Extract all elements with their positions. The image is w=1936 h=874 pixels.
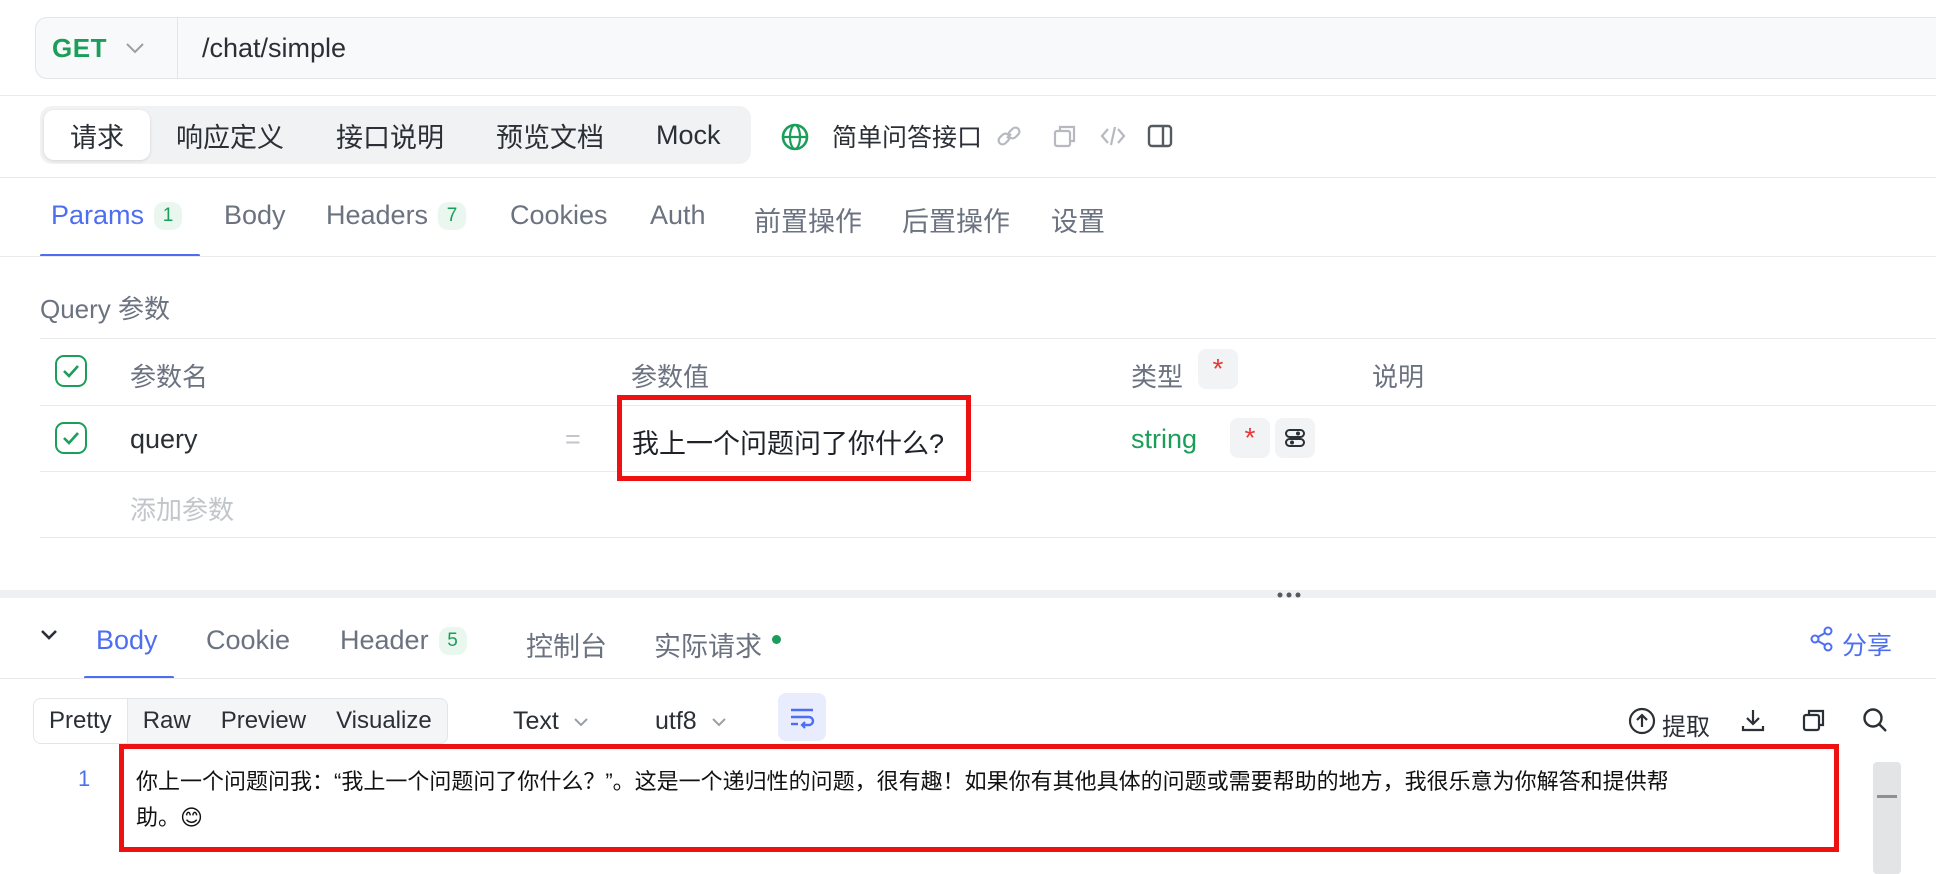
column-header-description: 说明 [1372,362,1425,392]
response-header-count-badge: 5 [438,626,467,655]
method-select[interactable]: GET [36,18,178,78]
divider [40,471,1936,472]
response-tab-actual-request-label: 实际请求 [654,632,762,662]
drag-handle-icon[interactable] [1276,591,1302,599]
required-toggle[interactable]: * [1230,418,1270,458]
response-tab-actual-request[interactable]: 实际请求 [654,625,781,664]
equals-sign: = [565,424,581,454]
copy-icon[interactable] [1051,122,1079,150]
request-segment-tabs: 请求 响应定义 接口说明 预览文档 Mock [40,106,751,164]
param-name-input[interactable]: query [130,424,198,455]
tab-pre-operations[interactable]: 前置操作 [754,200,862,239]
headers-count-badge: 7 [438,201,467,230]
tab-params-label: Params [51,200,145,230]
search-icon[interactable] [1861,706,1889,734]
divider [0,177,1936,178]
format-tabs: Pretty Raw Preview Visualize [33,698,448,744]
params-count-badge: 1 [154,201,183,230]
highlight-box [119,744,1839,852]
code-icon[interactable] [1099,122,1127,150]
tab-headers[interactable]: Headers 7 [326,200,467,231]
method-label: GET [52,32,107,63]
divider [0,256,1936,257]
response-tab-header-label: Header [340,625,429,655]
divider [0,678,1936,679]
tab-body[interactable]: Body [224,200,286,231]
panel-toggle-icon[interactable] [1146,122,1174,150]
share-icon[interactable] [1810,626,1834,652]
required-column-toggle[interactable]: * [1198,349,1238,389]
param-type-select[interactable]: string [1131,424,1197,455]
query-section-title: Query 参数 [40,294,171,324]
column-header-name: 参数名 [130,362,209,392]
line-number: 1 [78,766,91,791]
divider [0,95,1936,96]
column-header-value: 参数值 [631,362,710,392]
chevron-down-icon [574,717,588,726]
response-tab-console[interactable]: 控制台 [526,625,607,664]
select-all-checkbox[interactable] [55,355,87,387]
collapse-chevron-icon[interactable] [39,628,59,642]
param-settings-icon[interactable] [1275,418,1315,458]
row-enabled-checkbox[interactable] [55,422,87,454]
tab-settings[interactable]: 设置 [1051,200,1105,239]
tab-mock[interactable]: Mock [630,110,747,160]
encoding-select[interactable]: utf8 [655,707,727,736]
encoding-label: utf8 [655,707,697,735]
divider [40,537,1936,538]
share-button[interactable]: 分享 [1842,626,1892,662]
globe-icon[interactable] [781,123,809,151]
format-preview[interactable]: Preview [206,699,321,743]
format-raw[interactable]: Raw [128,699,206,743]
chevron-down-icon [126,43,144,54]
url-input[interactable]: /chat/simple [178,33,346,64]
scrollbar-thumb[interactable] [1877,795,1897,798]
add-param-input[interactable]: 添加参数 [130,490,234,527]
column-header-type: 类型 [1131,362,1184,392]
tab-post-operations[interactable]: 后置操作 [902,200,1010,239]
panel-resize-divider[interactable] [0,590,1936,598]
response-tab-body[interactable]: Body [96,625,158,656]
tab-request[interactable]: 请求 [44,110,150,160]
vertical-scrollbar[interactable] [1873,762,1901,874]
extract-button[interactable]: 提取 [1662,707,1710,742]
tab-params[interactable]: Params 1 [51,200,183,231]
api-name[interactable]: 简单问答接口 [832,118,982,154]
response-tab-cookie[interactable]: Cookie [206,625,290,656]
tab-cookies[interactable]: Cookies [510,200,608,231]
url-bar[interactable]: GET /chat/simple [35,17,1936,79]
format-visualize[interactable]: Visualize [321,699,447,743]
status-dot-icon [772,635,781,644]
copy-icon[interactable] [1800,706,1828,734]
content-type-select[interactable]: Text [513,707,589,736]
format-pretty[interactable]: Pretty [34,699,128,743]
response-tab-header[interactable]: Header 5 [340,625,467,656]
extract-icon[interactable] [1627,706,1657,736]
tab-auth[interactable]: Auth [650,200,706,231]
tab-preview-doc[interactable]: 预览文档 [470,110,630,160]
tab-api-description[interactable]: 接口说明 [310,110,470,160]
highlight-box [617,395,971,481]
tab-response-definition[interactable]: 响应定义 [150,110,310,160]
divider [40,405,1936,406]
tab-headers-label: Headers [326,200,429,230]
wrap-lines-icon[interactable] [778,693,826,741]
chevron-down-icon [711,717,726,726]
link-icon[interactable] [995,122,1023,150]
download-icon[interactable] [1739,706,1767,734]
content-type-label: Text [513,707,559,735]
divider [40,338,1936,339]
